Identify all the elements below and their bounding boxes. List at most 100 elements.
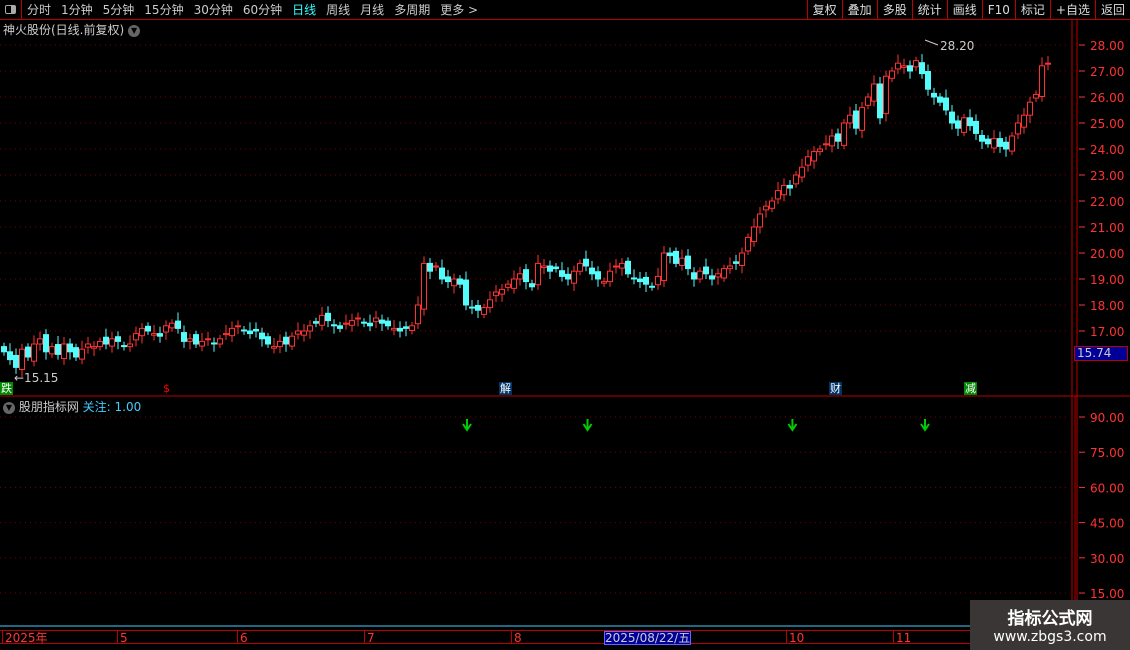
candle-body — [55, 344, 61, 355]
selected-date: 2025/08/22/五 — [604, 631, 692, 645]
candle-body — [115, 336, 121, 342]
candle-body — [871, 83, 877, 102]
candle-body — [541, 265, 547, 269]
watermark: 指标公式网 www.zbgs3.com — [970, 600, 1130, 650]
candle-body — [319, 314, 325, 326]
candle-body — [997, 138, 1003, 147]
candle-body — [937, 96, 943, 103]
event-marker[interactable]: 财 — [829, 382, 842, 395]
candle-body — [571, 270, 577, 284]
candle-body — [247, 330, 253, 335]
chevron-down-icon[interactable]: ▼ — [3, 401, 15, 414]
candle-body — [31, 343, 37, 362]
candle-body — [577, 262, 583, 272]
candle-body — [199, 340, 205, 347]
price-axis-label: 18.00 — [1090, 299, 1124, 313]
candle-body — [589, 267, 595, 275]
candle-body — [859, 106, 865, 131]
candle-body — [469, 306, 475, 309]
candle-body — [517, 273, 523, 280]
indicator-axis-label: 45.00 — [1090, 517, 1124, 531]
candle-body — [847, 114, 853, 124]
price-axis-label: 20.00 — [1090, 247, 1124, 261]
candle-body — [49, 346, 55, 355]
candle-body — [835, 133, 841, 142]
candle-body — [811, 151, 817, 162]
candle-body — [307, 325, 313, 332]
candlestick-chart[interactable]: 28.00 27.00 26.00 25.00 24.00 23.00 22.00 21.00… — [0, 0, 1130, 650]
candle-body — [1033, 93, 1039, 99]
candle-body — [529, 283, 535, 288]
candle-body — [733, 261, 739, 264]
candle-body — [409, 325, 415, 331]
current-price-tag: 15.74 — [1074, 346, 1128, 361]
price-axis-label: 25.00 — [1090, 117, 1124, 131]
candle-body — [19, 348, 25, 370]
candle-body — [91, 346, 97, 349]
candle-body — [463, 279, 469, 306]
candle-body — [7, 351, 13, 361]
candle-body — [421, 262, 427, 310]
candle-body — [739, 252, 745, 266]
candle-body — [1021, 114, 1027, 128]
candle-body — [985, 138, 991, 145]
candle-body — [451, 278, 457, 287]
candle-body — [697, 270, 703, 280]
event-marker[interactable]: $ — [162, 382, 171, 395]
candle-body — [73, 347, 79, 358]
candle-body — [271, 346, 277, 349]
candle-body — [763, 205, 769, 211]
candle-body — [877, 83, 883, 119]
candle-body — [217, 338, 223, 345]
candle-body — [79, 348, 85, 360]
candle-body — [487, 299, 493, 309]
candle-body — [703, 266, 709, 275]
candle-body — [481, 307, 487, 315]
candle-body — [241, 329, 247, 332]
candle-body — [385, 320, 391, 327]
candle-body — [943, 97, 949, 111]
candle-body — [793, 174, 799, 185]
candle-body — [475, 305, 481, 311]
candle-body — [655, 275, 661, 286]
indicator-header: ▼ 股朋指标网 关注: 1.00 — [3, 398, 141, 415]
candle-body — [643, 276, 649, 285]
candle-body — [259, 332, 265, 340]
candle-body — [1027, 101, 1033, 116]
candle-body — [211, 342, 217, 345]
candle-body — [373, 317, 379, 323]
candle-body — [679, 257, 685, 266]
candle-body — [175, 320, 181, 329]
date-label: 5 — [117, 631, 128, 645]
candle-body — [439, 267, 445, 280]
candle-body — [601, 281, 607, 284]
candle-body — [181, 332, 187, 342]
candle-body — [97, 340, 103, 348]
indicator-axis-label: 30.00 — [1090, 552, 1124, 566]
event-marker[interactable]: 减 — [964, 382, 977, 395]
candle-body — [499, 288, 505, 295]
event-marker[interactable]: 解 — [499, 382, 512, 395]
candle-body — [967, 117, 973, 127]
candle-body — [133, 333, 139, 341]
price-axis-label: 27.00 — [1090, 65, 1124, 79]
price-axis-label: 26.00 — [1090, 91, 1124, 105]
candle-body — [907, 65, 913, 72]
candle-body — [829, 135, 835, 147]
candle-body — [1009, 135, 1015, 152]
candle-body — [781, 184, 787, 196]
candle-body — [301, 330, 307, 336]
candle-body — [1045, 62, 1051, 65]
candle-body — [337, 325, 343, 329]
candle-body — [109, 338, 115, 347]
candle-body — [427, 262, 433, 272]
event-marker[interactable]: 跌 — [0, 382, 13, 395]
candle-body — [745, 236, 751, 252]
candle-body — [637, 278, 643, 283]
date-label: 8 — [511, 631, 522, 645]
candle-body — [889, 70, 895, 79]
candle-body — [769, 200, 775, 209]
candle-body — [187, 338, 193, 342]
candle-body — [139, 327, 145, 337]
candle-body — [1039, 65, 1045, 97]
